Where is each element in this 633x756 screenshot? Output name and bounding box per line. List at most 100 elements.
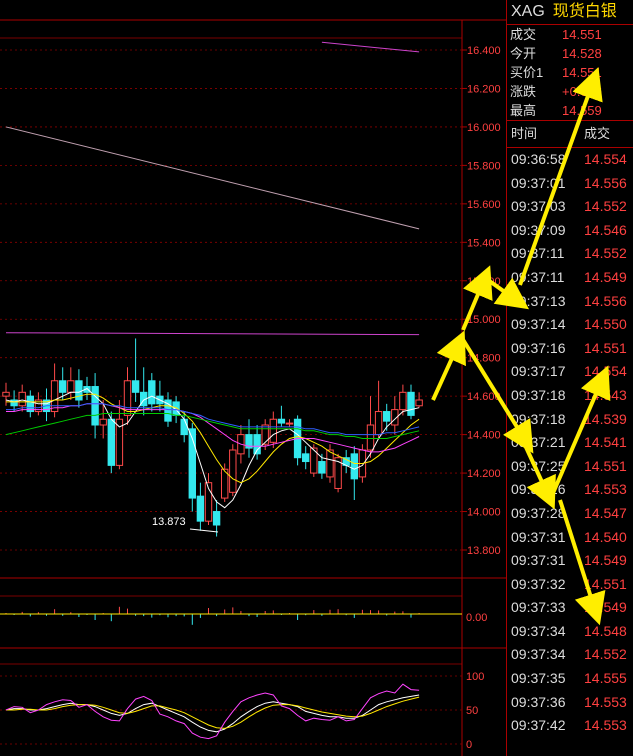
quote-summary: 成交 14.551 今开 14.528 买价1 14.551 涨跌 +0.086 最高 14.55… bbox=[507, 25, 633, 120]
tick-row: 09:37:18 14.539 bbox=[507, 408, 633, 432]
candle bbox=[350, 446, 359, 500]
candle-body bbox=[261, 424, 269, 445]
price-tick-label: 14.400 bbox=[467, 430, 501, 442]
tick-row: 09:37:11 14.552 bbox=[507, 242, 633, 266]
candle-body bbox=[269, 418, 278, 443]
tick-row: 09:36:58 14.554 bbox=[507, 148, 633, 172]
tick-row: 09:37:34 14.548 bbox=[507, 620, 633, 644]
tick-row: 09:37:26 14.553 bbox=[507, 478, 633, 502]
candle bbox=[342, 450, 350, 474]
quote-row: 成交 14.551 bbox=[507, 25, 633, 44]
price-tick-label: 16.200 bbox=[467, 83, 501, 95]
candle bbox=[374, 380, 383, 439]
candle bbox=[285, 419, 294, 427]
kdj-tick-label: 50 bbox=[466, 705, 478, 717]
tick-time: 09:37:13 bbox=[511, 292, 566, 309]
candle bbox=[188, 423, 197, 512]
quote-value: 14.528 bbox=[562, 46, 602, 61]
tick-time: 09:37:11 bbox=[511, 268, 565, 285]
symbol-name: 现货白银 bbox=[552, 3, 617, 20]
candle bbox=[148, 373, 156, 412]
tick-time: 09:37:09 bbox=[511, 221, 566, 238]
tick-price: 14.549 bbox=[584, 552, 627, 569]
time-column-header: 时间 bbox=[511, 126, 538, 141]
tick-row: 09:37:31 14.549 bbox=[507, 549, 633, 573]
tick-time: 09:37:32 bbox=[511, 575, 566, 592]
candle-body bbox=[131, 380, 140, 393]
candle-body bbox=[229, 449, 237, 493]
candle-body bbox=[374, 411, 383, 436]
tick-row: 09:37:32 14.551 bbox=[507, 573, 633, 597]
candle-body bbox=[107, 418, 115, 466]
kdj-line bbox=[5, 683, 420, 740]
tick-time: 09:37:03 bbox=[511, 198, 566, 215]
tick-time: 09:37:25 bbox=[511, 457, 566, 474]
tick-price: 14.543 bbox=[584, 386, 627, 403]
price-tick-label: 15.800 bbox=[467, 160, 501, 172]
candle bbox=[221, 463, 229, 502]
tick-price: 14.540 bbox=[584, 528, 627, 545]
candle-body bbox=[318, 461, 326, 474]
price-axis: 16.400 16.200 16.000 15.800 15.600 15.400 15.2… bbox=[462, 45, 501, 557]
tick-time: 09:37:16 bbox=[511, 339, 566, 356]
candle-body bbox=[302, 453, 310, 463]
tick-time: 09:37:21 bbox=[511, 434, 566, 451]
candle-body bbox=[326, 449, 334, 478]
tick-price: 14.552 bbox=[584, 646, 627, 663]
candle bbox=[123, 367, 132, 425]
candle bbox=[131, 338, 140, 402]
price-tick-label: 15.600 bbox=[467, 199, 501, 211]
quote-panel: XAG 现货白银 成交 14.551 今开 14.528 买价1 14.551 涨跌 +0.08… bbox=[506, 0, 633, 756]
tick-time: 09:37:28 bbox=[511, 504, 566, 521]
candle bbox=[67, 367, 75, 400]
quote-label: 最高 bbox=[510, 103, 537, 118]
tick-price: 14.552 bbox=[584, 198, 627, 215]
tick-time: 09:37:42 bbox=[511, 717, 566, 734]
low-price-label: 13.873 bbox=[152, 516, 186, 528]
tick-row: 09:37:21 14.541 bbox=[507, 431, 633, 455]
candle-body bbox=[212, 511, 221, 526]
candle-body bbox=[59, 380, 67, 393]
tick-time: 09:37:01 bbox=[511, 174, 566, 191]
tick-time: 09:37:36 bbox=[511, 693, 566, 710]
ma-line bbox=[6, 403, 420, 436]
candle-body bbox=[50, 380, 59, 413]
tick-table: 09:36:58 14.554 09:37:01 14.556 09:37:03 14.5… bbox=[507, 148, 633, 738]
candle-body bbox=[18, 391, 26, 407]
tick-time: 09:37:17 bbox=[511, 363, 566, 380]
symbol-header: XAG 现货白银 bbox=[507, 0, 633, 25]
tick-row: 09:37:42 14.553 bbox=[507, 714, 633, 738]
tick-price: 14.546 bbox=[584, 221, 627, 238]
price-tick-label: 15.200 bbox=[467, 276, 501, 288]
candle-body bbox=[366, 424, 375, 451]
moving-averages bbox=[5, 387, 420, 509]
quote-value: 14.551 bbox=[562, 27, 602, 42]
tick-time: 09:37:33 bbox=[511, 599, 566, 616]
ma-line bbox=[6, 403, 420, 453]
tick-row: 09:37:36 14.553 bbox=[507, 691, 633, 715]
candle bbox=[91, 373, 99, 439]
tick-row: 09:37:13 14.556 bbox=[507, 290, 633, 314]
tick-price: 14.541 bbox=[584, 434, 627, 451]
candle-body bbox=[277, 418, 286, 424]
candle-body bbox=[383, 411, 391, 422]
candle bbox=[269, 411, 278, 449]
tick-price: 14.549 bbox=[584, 268, 627, 285]
symbol-code: XAG bbox=[511, 3, 545, 20]
candle-body bbox=[172, 401, 180, 416]
tick-row: 09:37:18 14.543 bbox=[507, 384, 633, 408]
tick-row: 09:37:34 14.552 bbox=[507, 643, 633, 667]
price-column-header: 成交 bbox=[584, 126, 611, 141]
tick-row: 09:37:35 14.555 bbox=[507, 667, 633, 691]
candle-body bbox=[196, 495, 205, 522]
tick-price: 14.556 bbox=[584, 292, 627, 309]
quote-value: 14.559 bbox=[562, 103, 602, 118]
candle-body bbox=[180, 418, 188, 436]
tick-price: 14.549 bbox=[584, 599, 627, 616]
candle bbox=[366, 396, 375, 458]
tick-price: 14.548 bbox=[584, 622, 627, 639]
tick-row: 09:37:09 14.546 bbox=[507, 219, 633, 243]
kdj-tick-label: 0 bbox=[466, 739, 472, 751]
tick-row: 09:37:25 14.551 bbox=[507, 455, 633, 479]
candlestick-chart: 16.400 16.200 16.000 15.800 15.600 15.400 15.2… bbox=[0, 19, 506, 756]
